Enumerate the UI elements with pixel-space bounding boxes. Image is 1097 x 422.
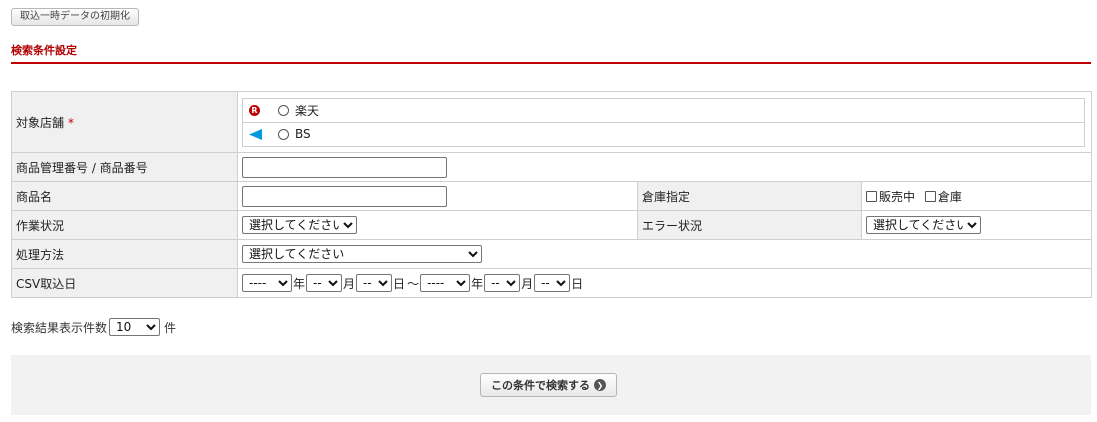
required-mark: * bbox=[68, 115, 75, 130]
product-name-cell bbox=[237, 181, 638, 211]
process-method-label: 処理方法 bbox=[11, 239, 238, 269]
month-unit: 月 bbox=[343, 276, 356, 291]
work-status-cell: 選択してください bbox=[237, 210, 638, 240]
section-title: 検索条件設定 bbox=[11, 44, 77, 57]
error-status-cell: 選択してください bbox=[861, 210, 1092, 240]
per-page-select[interactable]: 10 bbox=[109, 318, 161, 336]
shop-label-cell: 対象店舗 * bbox=[11, 91, 238, 153]
work-status-label: 作業状況 bbox=[11, 210, 238, 240]
search-footer: この条件で検索する ❯ bbox=[11, 355, 1091, 415]
radio-bs[interactable] bbox=[278, 128, 289, 140]
product-number-label: 商品管理番号 / 商品番号 bbox=[11, 152, 238, 182]
shop-label: 対象店舗 bbox=[16, 115, 65, 130]
csv-date-label: CSV取込日 bbox=[11, 268, 238, 298]
product-number-cell bbox=[237, 152, 1092, 182]
year-unit: 年 bbox=[293, 276, 306, 291]
per-page-unit: 件 bbox=[164, 320, 177, 335]
rakuten-icon: R bbox=[249, 104, 260, 116]
to-day-select[interactable]: -- bbox=[534, 274, 571, 292]
csv-date-cell: ---- 年 -- 月 -- 日〜 ---- 年 -- 月 -- 日 bbox=[237, 268, 1092, 298]
day-unit: 日 bbox=[571, 276, 584, 291]
product-name-row: 商品名 倉庫指定 販売中 倉庫 bbox=[11, 181, 1092, 211]
warehouse-cell: 販売中 倉庫 bbox=[861, 181, 1092, 211]
reset-temp-data-button[interactable]: 取込一時データの初期化 bbox=[11, 8, 139, 26]
shop-option-label: 楽天 bbox=[295, 103, 320, 118]
product-number-row: 商品管理番号 / 商品番号 bbox=[11, 152, 1092, 182]
work-status-select[interactable]: 選択してください bbox=[242, 216, 357, 234]
section-divider bbox=[11, 62, 1091, 64]
warehouse-label: 倉庫指定 bbox=[637, 181, 862, 211]
from-day-select[interactable]: -- bbox=[356, 274, 393, 292]
range-separator: 〜 bbox=[407, 276, 420, 291]
error-status-label: エラー状況 bbox=[637, 210, 862, 240]
arrow-right-circle-icon: ❯ bbox=[594, 379, 606, 391]
from-year-select[interactable]: ---- bbox=[242, 274, 292, 292]
csv-date-range: ---- 年 -- 月 -- 日〜 ---- 年 -- 月 -- 日 bbox=[242, 274, 1087, 292]
to-year-select[interactable]: ---- bbox=[420, 274, 471, 292]
search-button[interactable]: この条件で検索する ❯ bbox=[480, 373, 617, 397]
per-page-label: 検索結果表示件数 bbox=[11, 320, 108, 335]
process-method-cell: 選択してください bbox=[237, 239, 1092, 269]
csv-date-row: CSV取込日 ---- 年 -- 月 -- 日〜 ---- 年 -- 月 -- … bbox=[11, 268, 1092, 298]
error-status-select[interactable]: 選択してください bbox=[866, 216, 981, 234]
shop-row: 対象店舗 * R 楽天 BS bbox=[11, 91, 1092, 153]
process-method-row: 処理方法 選択してください bbox=[11, 239, 1092, 269]
warehouse-option-label: 販売中 bbox=[879, 189, 916, 204]
day-unit: 日 bbox=[393, 276, 406, 291]
shop-options-cell: R 楽天 BS bbox=[237, 91, 1092, 153]
shop-option-bs[interactable]: BS bbox=[243, 121, 1084, 146]
from-month-select[interactable]: -- bbox=[306, 274, 343, 292]
search-conditions-table: 対象店舗 * R 楽天 BS 商品管理番号 / 商品番号 商品名 倉庫指定 販売… bbox=[11, 91, 1092, 298]
product-name-input[interactable] bbox=[242, 185, 447, 207]
per-page-control: 検索結果表示件数 10 件 bbox=[11, 318, 176, 336]
shop-options: R 楽天 BS bbox=[242, 97, 1085, 147]
shop-option-label: BS bbox=[295, 127, 311, 141]
checkbox-warehouse[interactable] bbox=[924, 190, 936, 202]
checkbox-on-sale[interactable] bbox=[866, 190, 877, 202]
bs-icon bbox=[249, 128, 262, 140]
warehouse-option-label: 倉庫 bbox=[937, 189, 962, 204]
product-number-input[interactable] bbox=[242, 156, 447, 178]
shop-option-rakuten[interactable]: R 楽天 bbox=[243, 99, 1084, 122]
process-method-select[interactable]: 選択してください bbox=[242, 245, 482, 263]
status-row: 作業状況 選択してください エラー状況 選択してください bbox=[11, 210, 1092, 240]
month-unit: 月 bbox=[521, 276, 534, 291]
search-button-label: この条件で検索する bbox=[491, 379, 590, 392]
product-name-label: 商品名 bbox=[11, 181, 238, 211]
to-month-select[interactable]: -- bbox=[484, 274, 521, 292]
radio-rakuten[interactable] bbox=[278, 104, 289, 116]
year-unit: 年 bbox=[471, 276, 484, 291]
